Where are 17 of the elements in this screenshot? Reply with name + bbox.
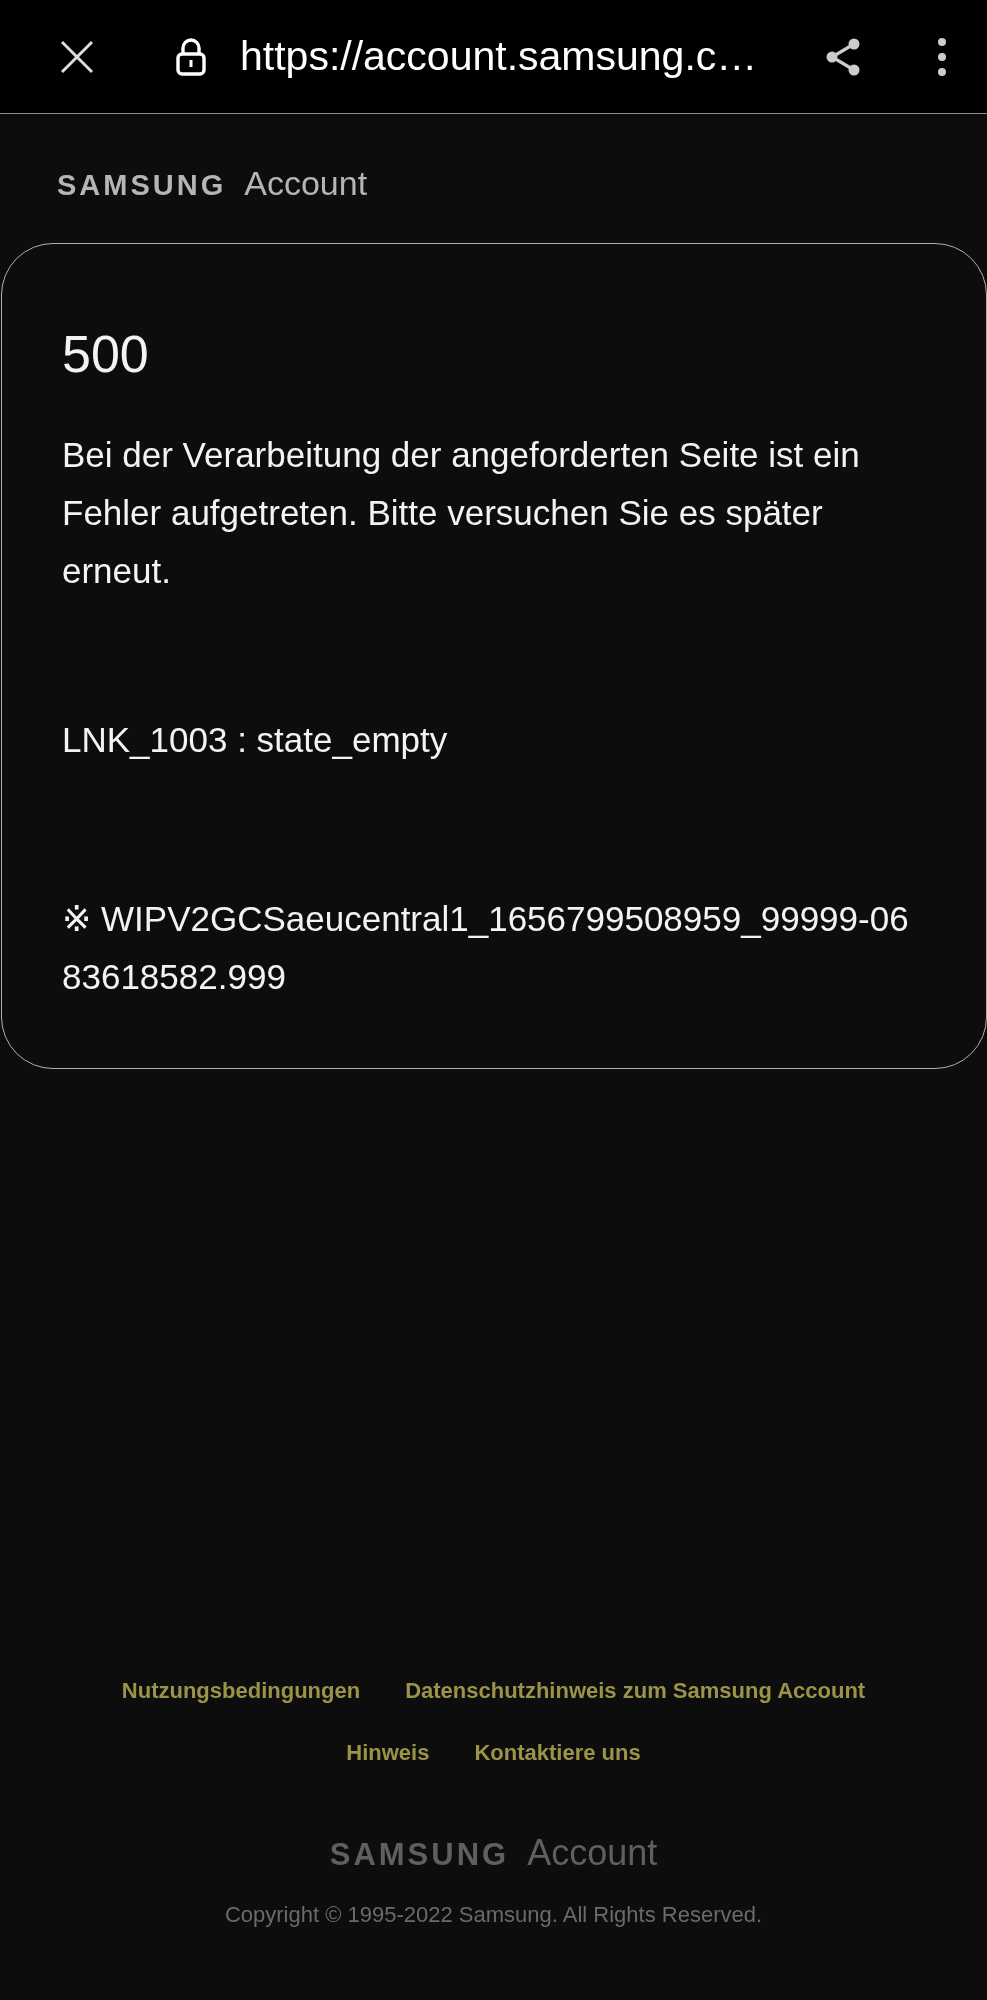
footer-link[interactable]: Nutzungsbedingungen [121,1678,361,1704]
close-icon[interactable] [60,39,94,74]
error-code: 500 [62,324,150,384]
error-detail: LNK_1003 : state_empty [62,719,449,761]
brand-logo: SAMSUNG [329,1837,510,1873]
copyright-text: Copyright © 1995-2022 Samsung. All Rights Reserved. [224,1902,763,1928]
lock-icon [176,37,206,76]
brand-logo: SAMSUNG [57,169,227,202]
error-message: Bei der Verarbeitung der angeforderten Seite ist ein Fehler aufgetreten. Bitte versuchen Sie es später erneut. [62,434,861,592]
logo-text: Account [527,1832,658,1874]
trace-id: ※ WIPV2GCSaeucentral1_1656799508959_99999-0683618582.999 [62,898,910,998]
logo-text: Account [244,164,368,203]
footer-link[interactable]: Kontaktiere uns [474,1740,641,1766]
share-icon[interactable] [825,37,861,76]
footer-link[interactable]: Datenschutzhinweis zum Samsung Account [405,1678,866,1704]
more-options-icon[interactable] [937,36,947,77]
footer-link[interactable]: Hinweis [346,1740,430,1766]
